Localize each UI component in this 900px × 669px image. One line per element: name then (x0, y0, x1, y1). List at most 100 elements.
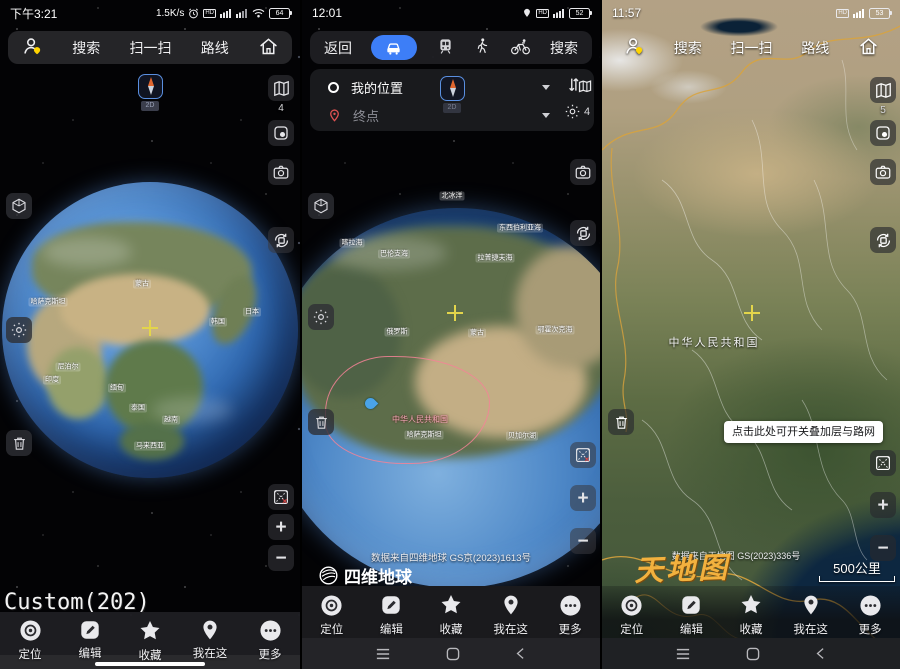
nav-edit[interactable]: 编辑 (362, 586, 420, 638)
rotate-view-button[interactable] (570, 220, 596, 246)
trash-button[interactable] (6, 430, 32, 456)
layers-map-button[interactable] (268, 75, 294, 101)
scan-button[interactable]: 扫一扫 (130, 38, 172, 58)
nav-favorite[interactable]: 收藏 (722, 586, 780, 638)
layers-map-button[interactable] (870, 77, 896, 103)
compass-widget[interactable] (138, 74, 163, 99)
home-icon[interactable] (258, 36, 279, 60)
android-nav-bar (302, 638, 600, 669)
zoom-in-button[interactable]: + (570, 485, 596, 511)
overlay-tooltip[interactable]: 点击此处可开关叠加层与路网 (724, 421, 883, 443)
map-label: 泰国 (129, 404, 147, 413)
android-back-icon[interactable] (813, 646, 828, 661)
zoom-out-button[interactable]: − (870, 535, 896, 561)
zoom-out-button[interactable]: − (570, 528, 596, 554)
android-back-icon[interactable] (513, 646, 528, 661)
nav-locate[interactable]: 定位 (303, 586, 361, 638)
avatar-icon[interactable] (623, 35, 645, 60)
car-icon (384, 38, 403, 57)
back-button[interactable]: 返回 (324, 38, 352, 58)
mode-transit[interactable] (436, 37, 455, 59)
zoom-out-button[interactable]: − (268, 545, 294, 571)
swap-route-map-button[interactable] (564, 73, 596, 99)
map-label: 蒙古 (133, 280, 151, 289)
nav-locate[interactable]: 定位 (603, 586, 661, 638)
search-button[interactable]: 搜索 (72, 38, 100, 58)
view-mode-2d-button[interactable]: 2D (443, 103, 461, 113)
nav-im-here[interactable]: 我在这 (782, 586, 840, 638)
scan-button[interactable]: 扫一扫 (731, 38, 773, 58)
chevron-down-icon[interactable] (542, 85, 550, 90)
bottom-nav: 定位 编辑 收藏 我在这 更多 (602, 586, 900, 638)
map-label: 蒙古 (468, 329, 486, 338)
camera-button[interactable] (870, 159, 896, 185)
screen-frame-button[interactable] (268, 120, 294, 146)
nav-locate[interactable]: 定位 (1, 612, 59, 655)
nav-edit[interactable]: 编辑 (61, 612, 119, 655)
nav-favorite[interactable]: 收藏 (422, 586, 480, 638)
route-button[interactable]: 路线 (201, 38, 229, 58)
map-label: 俄罗斯 (385, 328, 410, 337)
gear-button[interactable] (308, 304, 334, 330)
trash-button[interactable] (608, 409, 634, 435)
locate-icon (320, 593, 344, 617)
three-phone-screenshots: 哈萨克斯坦 蒙古 韩国 日本 尼泊尔 印度 缅甸 泰国 越南 马来西亚 下午3:… (0, 0, 900, 669)
recents-icon[interactable] (674, 647, 692, 661)
camera-button[interactable] (268, 159, 294, 185)
route-settings-button[interactable]: 4 (564, 103, 590, 120)
camera-button[interactable] (570, 159, 596, 185)
satellite-overlay-toggle[interactable] (570, 442, 596, 468)
gear-button[interactable] (6, 317, 32, 343)
search-button[interactable]: 搜索 (674, 38, 702, 58)
route-end-row[interactable]: 终点 (310, 101, 550, 130)
3d-box-button[interactable] (6, 193, 32, 219)
home-icon[interactable] (858, 36, 879, 60)
mode-walk[interactable] (473, 37, 491, 58)
android-home-icon[interactable] (445, 646, 461, 662)
rotate-view-button[interactable] (268, 227, 294, 253)
zoom-in-button[interactable]: + (268, 514, 294, 540)
android-nav-bar (602, 638, 900, 669)
map-label: 日本 (243, 308, 261, 317)
nav-edit[interactable]: 编辑 (662, 586, 720, 638)
nav-more[interactable]: 更多 (841, 586, 899, 638)
search-button[interactable]: 搜索 (550, 38, 578, 58)
nav-favorite[interactable]: 收藏 (121, 612, 179, 655)
recents-icon[interactable] (374, 647, 392, 661)
map-label: 喀拉海 (340, 239, 365, 248)
avatar-icon[interactable] (21, 35, 43, 60)
mode-drive-selected[interactable] (371, 35, 417, 60)
nav-im-here[interactable]: 我在这 (181, 612, 239, 655)
start-point-value[interactable]: 我的位置 (351, 78, 403, 97)
zoom-in-button[interactable]: + (870, 492, 896, 518)
data-attribution: 数据来自四维地球 GS京(2023)1613号 (332, 550, 570, 564)
alarm-clock-icon (188, 8, 199, 19)
end-point-placeholder[interactable]: 终点 (353, 106, 379, 125)
chevron-down-icon[interactable] (542, 113, 550, 118)
map-label: 缅甸 (108, 384, 126, 393)
trash-button[interactable] (308, 409, 334, 435)
status-bar: 11:57 HD 53 (602, 4, 900, 22)
screen-frame-button[interactable] (870, 120, 896, 146)
satellite-overlay-toggle[interactable] (870, 450, 896, 476)
compass-widget[interactable] (440, 76, 465, 101)
nav-im-here[interactable]: 我在这 (482, 586, 540, 638)
app-logo: 四维地球 (318, 563, 412, 588)
android-home-icon[interactable] (745, 646, 761, 662)
nav-label: 收藏 (439, 621, 462, 637)
3d-box-button[interactable] (308, 193, 334, 219)
more-icon (258, 619, 282, 642)
nav-more[interactable]: 更多 (541, 586, 599, 638)
mode-bike[interactable] (510, 37, 531, 59)
route-start-row[interactable]: 我的位置 (310, 73, 550, 102)
route-button[interactable]: 路线 (801, 38, 829, 58)
rotate-view-button[interactable] (870, 227, 896, 253)
transport-mode-bar: 返回 搜索 (310, 31, 592, 64)
satellite-overlay-toggle[interactable] (268, 484, 294, 510)
bottom-nav: 定位 编辑 收藏 我在这 更多 (0, 612, 300, 655)
home-indicator[interactable] (95, 662, 205, 666)
nav-more[interactable]: 更多 (241, 612, 299, 655)
earth-globe-rotated[interactable]: 中华人民共和国 (300, 208, 600, 588)
view-mode-2d-button[interactable]: 2D (141, 101, 159, 111)
map-label: 巴伦支海 (378, 250, 410, 259)
